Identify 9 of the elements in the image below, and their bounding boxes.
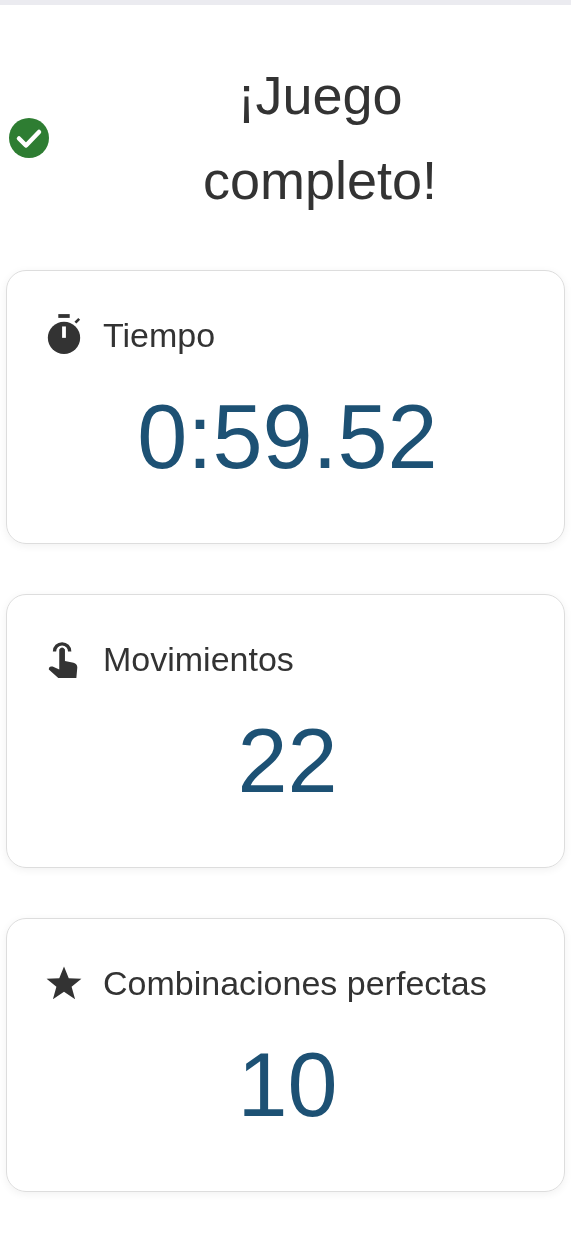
stopwatch-icon [45,314,83,356]
stat-value: 22 [236,710,339,813]
stat-label: Movimientos [103,639,294,680]
check-circle-icon [9,117,49,158]
stat-label: Tiempo [103,315,216,356]
stat-label: Combinaciones perfectas [103,963,487,1004]
page-title: ¡Juego completo! [201,63,439,212]
stat-value: 0:59.52 [136,386,439,489]
stat-value: 10 [236,1034,339,1137]
